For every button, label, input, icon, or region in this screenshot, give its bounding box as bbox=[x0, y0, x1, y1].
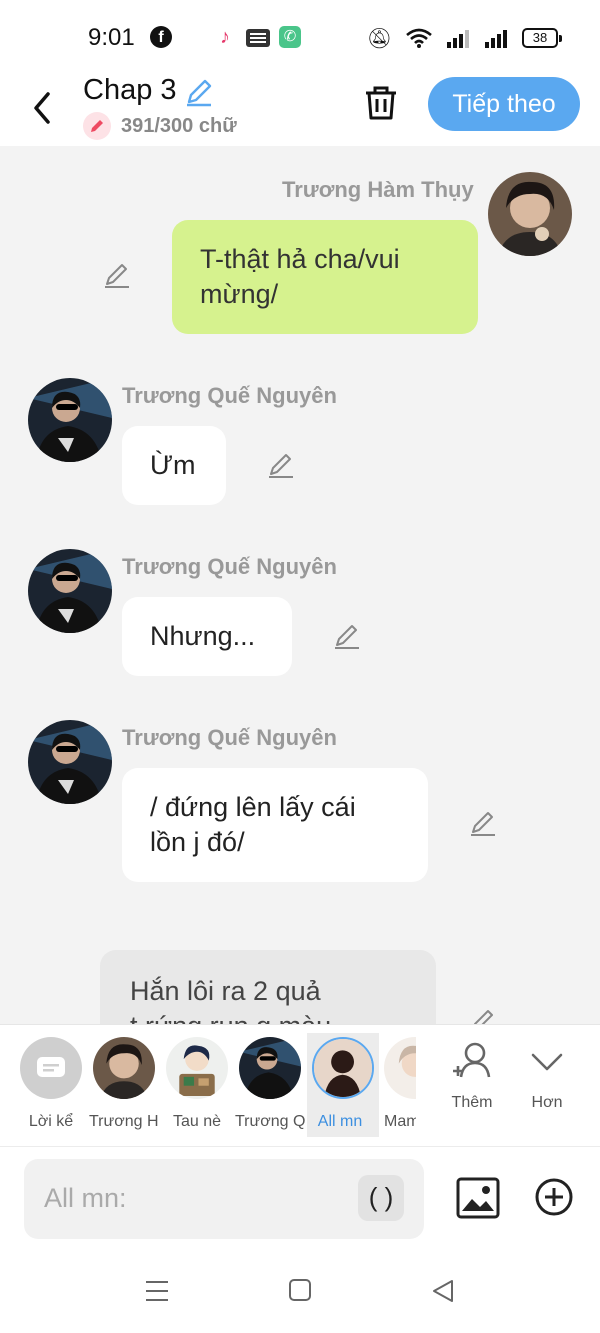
status-bar: 9:01 f ♪ ✆ 🔕︎ 38 bbox=[0, 0, 600, 74]
message-bubble[interactable]: T-thật hả cha/vui mừng/ bbox=[172, 220, 478, 334]
chat-area[interactable]: Trương Hàm Thụy T-thật hả cha/vui mừng/ … bbox=[0, 146, 600, 1024]
battery-icon: 38 bbox=[522, 28, 562, 48]
pencil-icon bbox=[187, 79, 212, 107]
recent-apps-button[interactable] bbox=[144, 1278, 170, 1309]
avatar-truong-que-nguyen[interactable] bbox=[28, 720, 112, 804]
more-characters-label: Hơn bbox=[531, 1094, 563, 1111]
avatar-truong-que-nguyen[interactable] bbox=[28, 378, 112, 462]
avatar bbox=[239, 1037, 301, 1099]
sender-name: Trương Quế Nguyên bbox=[122, 554, 337, 579]
add-character-label: Thêm bbox=[451, 1094, 493, 1111]
avatar-truong-ham-thuy[interactable] bbox=[488, 172, 572, 256]
input-bar: All mn: ( ) bbox=[0, 1146, 600, 1250]
facebook-icon: f bbox=[150, 26, 172, 48]
mute-icon: 🔕︎ bbox=[366, 27, 392, 50]
character-label: Trương Q... bbox=[235, 1113, 305, 1130]
word-count-pencil-icon bbox=[83, 112, 111, 140]
message-line: lồn j đó/ bbox=[150, 827, 245, 857]
next-button[interactable]: Tiếp theo bbox=[428, 77, 580, 131]
back-nav-button[interactable] bbox=[430, 1278, 456, 1309]
message-line: t rứng run g màu bbox=[130, 1009, 406, 1024]
chapter-title: Chap 3 bbox=[83, 74, 177, 106]
signal-icon-1 bbox=[446, 28, 470, 48]
avatar bbox=[312, 1037, 374, 1099]
character-label: Trương H... bbox=[89, 1113, 159, 1130]
message-line: / đứng lên lấy cái bbox=[150, 792, 356, 822]
character-selector: Lời kể Trương H... Tau nè Trương Q... Al… bbox=[0, 1024, 600, 1146]
insert-image-button[interactable] bbox=[456, 1177, 500, 1219]
home-button[interactable] bbox=[288, 1278, 312, 1309]
message-line: mừng/ bbox=[200, 279, 279, 309]
status-time: 9:01 bbox=[88, 24, 135, 51]
trash-icon bbox=[366, 86, 396, 120]
narration-bubble[interactable]: Hắn lôi ra 2 quả t rứng run g màu bbox=[100, 950, 436, 1024]
character-mam[interactable]: Mam bbox=[384, 1037, 416, 1131]
character-tau-ne[interactable]: Tau nè bbox=[164, 1037, 230, 1131]
menu-icon bbox=[146, 1281, 168, 1301]
phone-icon: ✆ bbox=[279, 26, 301, 48]
message-input[interactable]: All mn: ( ) bbox=[24, 1159, 424, 1239]
plus-circle-icon bbox=[535, 1178, 573, 1216]
system-nav-bar bbox=[0, 1250, 600, 1333]
add-button[interactable] bbox=[534, 1177, 574, 1217]
message-bubble[interactable]: / đứng lên lấy cái lồn j đó/ bbox=[122, 768, 428, 882]
avatar bbox=[93, 1037, 155, 1099]
pencil-icon bbox=[269, 454, 293, 478]
message-bubble[interactable]: Nhưng... bbox=[122, 597, 292, 676]
character-label: Mam bbox=[384, 1113, 416, 1130]
message-line: T-thật hả cha/vui bbox=[200, 244, 400, 274]
pencil-icon bbox=[473, 1010, 493, 1024]
edit-message-button[interactable] bbox=[102, 260, 132, 290]
tiktok-icon: ♪ bbox=[220, 26, 230, 48]
edit-message-button[interactable] bbox=[332, 621, 362, 651]
narrator-icon bbox=[20, 1037, 82, 1099]
edit-title-button[interactable] bbox=[183, 76, 215, 108]
wifi-icon bbox=[406, 28, 432, 48]
character-all-mn[interactable]: All mn bbox=[307, 1033, 379, 1137]
edit-message-button[interactable] bbox=[468, 1006, 498, 1024]
avatar-truong-que-nguyen[interactable] bbox=[28, 549, 112, 633]
word-count: 391/300 chữ bbox=[121, 114, 237, 137]
character-label: All mn bbox=[317, 1113, 363, 1130]
keyboard-icon bbox=[246, 29, 270, 47]
edit-message-button[interactable] bbox=[468, 808, 498, 838]
more-characters-button[interactable]: Hơn bbox=[517, 1039, 577, 1112]
character-label: Tau nè bbox=[172, 1113, 222, 1130]
chevron-down-icon bbox=[531, 1053, 563, 1071]
message-line: Hắn lôi ra 2 quả bbox=[130, 976, 321, 1006]
add-person-icon bbox=[453, 1042, 491, 1078]
avatar bbox=[166, 1037, 228, 1099]
character-truong-ham-thuy[interactable]: Trương H... bbox=[89, 1037, 159, 1131]
message-bubble[interactable]: Ừm bbox=[122, 426, 226, 505]
chevron-left-icon bbox=[34, 92, 50, 124]
sender-name: Trương Quế Nguyên bbox=[122, 725, 337, 750]
sender-name: Trương Hàm Thụy bbox=[282, 177, 474, 202]
character-truong-que-nguyen[interactable]: Trương Q... bbox=[235, 1037, 305, 1131]
message-input-placeholder: All mn: bbox=[44, 1183, 127, 1213]
square-icon bbox=[289, 1279, 311, 1301]
action-parentheses-button[interactable]: ( ) bbox=[358, 1175, 404, 1221]
message-line: Nhưng... bbox=[150, 621, 256, 651]
delete-button[interactable] bbox=[362, 84, 400, 122]
pencil-icon bbox=[335, 625, 359, 649]
triangle-left-icon bbox=[433, 1280, 453, 1302]
add-character-button[interactable]: Thêm bbox=[442, 1039, 502, 1112]
message-line: Ừm bbox=[150, 450, 196, 480]
signal-icon-2 bbox=[484, 28, 508, 48]
sender-name: Trương Quế Nguyên bbox=[122, 383, 337, 408]
back-button[interactable] bbox=[24, 80, 60, 128]
editor-header: Chap 3 391/300 chữ Tiếp theo bbox=[0, 74, 600, 146]
avatar bbox=[384, 1037, 416, 1099]
character-label: Lời kể bbox=[28, 1113, 74, 1130]
pencil-icon bbox=[105, 264, 129, 288]
pencil-icon bbox=[471, 812, 495, 836]
image-icon bbox=[456, 1177, 500, 1219]
character-narrator[interactable]: Lời kể bbox=[18, 1037, 84, 1131]
edit-message-button[interactable] bbox=[266, 450, 296, 480]
